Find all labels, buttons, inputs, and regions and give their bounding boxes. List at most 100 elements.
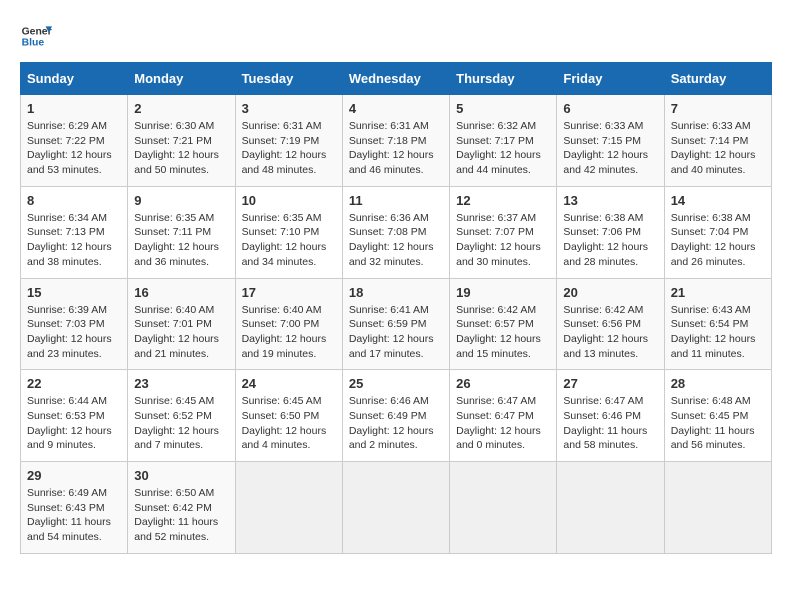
cell-content: Sunrise: 6:49 AM Sunset: 6:43 PM Dayligh… bbox=[27, 486, 121, 545]
cell-content: Sunrise: 6:45 AM Sunset: 6:52 PM Dayligh… bbox=[134, 394, 228, 453]
day-number: 19 bbox=[456, 285, 550, 300]
calendar-cell: 26Sunrise: 6:47 AM Sunset: 6:47 PM Dayli… bbox=[450, 370, 557, 462]
day-number: 7 bbox=[671, 101, 765, 116]
day-number: 16 bbox=[134, 285, 228, 300]
day-header-tuesday: Tuesday bbox=[235, 63, 342, 95]
calendar-cell: 21 Sunrise: 6:43 AM Sunset: 6:54 PM Dayli… bbox=[664, 278, 771, 370]
cell-content: Sunrise: 6:34 AM Sunset: 7:13 PM Dayligh… bbox=[27, 211, 121, 270]
day-number: 29 bbox=[27, 468, 121, 483]
calendar-cell: 2 Sunrise: 6:30 AM Sunset: 7:21 PM Daylig… bbox=[128, 95, 235, 187]
cell-content: Sunrise: 6:33 AM Sunset: 7:14 PM Dayligh… bbox=[671, 119, 765, 178]
day-number: 10 bbox=[242, 193, 336, 208]
calendar-table: SundayMondayTuesdayWednesdayThursdayFrid… bbox=[20, 62, 772, 554]
calendar-cell: 20Sunrise: 6:42 AM Sunset: 6:56 PM Dayli… bbox=[557, 278, 664, 370]
calendar-week-4: 22 Sunrise: 6:44 AM Sunset: 6:53 PM Dayli… bbox=[21, 370, 772, 462]
day-number: 21 bbox=[671, 285, 765, 300]
cell-content: Sunrise: 6:35 AM Sunset: 7:10 PM Dayligh… bbox=[242, 211, 336, 270]
cell-content: Sunrise: 6:47 AM Sunset: 6:47 PM Dayligh… bbox=[456, 394, 550, 453]
calendar-cell: 8 Sunrise: 6:34 AM Sunset: 7:13 PM Daylig… bbox=[21, 186, 128, 278]
cell-content: Sunrise: 6:48 AM Sunset: 6:45 PM Dayligh… bbox=[671, 394, 765, 453]
day-number: 13 bbox=[563, 193, 657, 208]
day-number: 22 bbox=[27, 376, 121, 391]
svg-text:Blue: Blue bbox=[22, 38, 45, 49]
cell-content: Sunrise: 6:38 AM Sunset: 7:06 PM Dayligh… bbox=[563, 211, 657, 270]
day-number: 1 bbox=[27, 101, 121, 116]
calendar-cell: 11 Sunrise: 6:36 AM Sunset: 7:08 PM Dayli… bbox=[342, 186, 449, 278]
cell-content: Sunrise: 6:40 AM Sunset: 7:00 PM Dayligh… bbox=[242, 303, 336, 362]
cell-content: Sunrise: 6:43 AM Sunset: 6:54 PM Dayligh… bbox=[671, 303, 765, 362]
day-number: 14 bbox=[671, 193, 765, 208]
calendar-cell: 15Sunrise: 6:39 AM Sunset: 7:03 PM Dayli… bbox=[21, 278, 128, 370]
calendar-cell: 4 Sunrise: 6:31 AM Sunset: 7:18 PM Daylig… bbox=[342, 95, 449, 187]
cell-content: Sunrise: 6:35 AM Sunset: 7:11 PM Dayligh… bbox=[134, 211, 228, 270]
cell-content: Sunrise: 6:32 AM Sunset: 7:17 PM Dayligh… bbox=[456, 119, 550, 178]
calendar-cell: 19 Sunrise: 6:42 AM Sunset: 6:57 PM Dayli… bbox=[450, 278, 557, 370]
calendar-cell: 13 Sunrise: 6:38 AM Sunset: 7:06 PM Dayli… bbox=[557, 186, 664, 278]
cell-content: Sunrise: 6:40 AM Sunset: 7:01 PM Dayligh… bbox=[134, 303, 228, 362]
calendar-cell bbox=[557, 462, 664, 554]
calendar-cell: 16 Sunrise: 6:40 AM Sunset: 7:01 PM Dayli… bbox=[128, 278, 235, 370]
day-header-friday: Friday bbox=[557, 63, 664, 95]
cell-content: Sunrise: 6:30 AM Sunset: 7:21 PM Dayligh… bbox=[134, 119, 228, 178]
calendar-cell: 29 Sunrise: 6:49 AM Sunset: 6:43 PM Dayli… bbox=[21, 462, 128, 554]
calendar-cell: 25 Sunrise: 6:46 AM Sunset: 6:49 PM Dayli… bbox=[342, 370, 449, 462]
day-number: 11 bbox=[349, 193, 443, 208]
calendar-cell: 7 Sunrise: 6:33 AM Sunset: 7:14 PM Daylig… bbox=[664, 95, 771, 187]
day-number: 5 bbox=[456, 101, 550, 116]
calendar-cell bbox=[235, 462, 342, 554]
day-number: 20 bbox=[563, 285, 657, 300]
calendar-cell: 3Sunrise: 6:31 AM Sunset: 7:19 PM Daylig… bbox=[235, 95, 342, 187]
calendar-week-2: 8 Sunrise: 6:34 AM Sunset: 7:13 PM Daylig… bbox=[21, 186, 772, 278]
cell-content: Sunrise: 6:44 AM Sunset: 6:53 PM Dayligh… bbox=[27, 394, 121, 453]
cell-content: Sunrise: 6:38 AM Sunset: 7:04 PM Dayligh… bbox=[671, 211, 765, 270]
day-number: 6 bbox=[563, 101, 657, 116]
calendar-cell: 14 Sunrise: 6:38 AM Sunset: 7:04 PM Dayli… bbox=[664, 186, 771, 278]
day-number: 24 bbox=[242, 376, 336, 391]
day-number: 30 bbox=[134, 468, 228, 483]
day-header-monday: Monday bbox=[128, 63, 235, 95]
logo-icon: General Blue bbox=[20, 20, 52, 52]
calendar-cell: 18Sunrise: 6:41 AM Sunset: 6:59 PM Dayli… bbox=[342, 278, 449, 370]
cell-content: Sunrise: 6:41 AM Sunset: 6:59 PM Dayligh… bbox=[349, 303, 443, 362]
day-number: 25 bbox=[349, 376, 443, 391]
calendar-cell: 22 Sunrise: 6:44 AM Sunset: 6:53 PM Dayli… bbox=[21, 370, 128, 462]
day-number: 12 bbox=[456, 193, 550, 208]
calendar-week-3: 15Sunrise: 6:39 AM Sunset: 7:03 PM Dayli… bbox=[21, 278, 772, 370]
cell-content: Sunrise: 6:47 AM Sunset: 6:46 PM Dayligh… bbox=[563, 394, 657, 453]
calendar-cell: 17 Sunrise: 6:40 AM Sunset: 7:00 PM Dayli… bbox=[235, 278, 342, 370]
calendar-cell: 1 Sunrise: 6:29 AM Sunset: 7:22 PM Daylig… bbox=[21, 95, 128, 187]
day-number: 4 bbox=[349, 101, 443, 116]
calendar-cell: 5 Sunrise: 6:32 AM Sunset: 7:17 PM Daylig… bbox=[450, 95, 557, 187]
day-number: 3 bbox=[242, 101, 336, 116]
day-header-saturday: Saturday bbox=[664, 63, 771, 95]
calendar-cell bbox=[664, 462, 771, 554]
calendar-cell: 10 Sunrise: 6:35 AM Sunset: 7:10 PM Dayli… bbox=[235, 186, 342, 278]
day-number: 27 bbox=[563, 376, 657, 391]
calendar-cell: 30 Sunrise: 6:50 AM Sunset: 6:42 PM Dayli… bbox=[128, 462, 235, 554]
day-number: 15 bbox=[27, 285, 121, 300]
calendar-cell: 24 Sunrise: 6:45 AM Sunset: 6:50 PM Dayli… bbox=[235, 370, 342, 462]
calendar-cell: 12 Sunrise: 6:37 AM Sunset: 7:07 PM Dayli… bbox=[450, 186, 557, 278]
cell-content: Sunrise: 6:50 AM Sunset: 6:42 PM Dayligh… bbox=[134, 486, 228, 545]
cell-content: Sunrise: 6:46 AM Sunset: 6:49 PM Dayligh… bbox=[349, 394, 443, 453]
cell-content: Sunrise: 6:45 AM Sunset: 6:50 PM Dayligh… bbox=[242, 394, 336, 453]
day-header-wednesday: Wednesday bbox=[342, 63, 449, 95]
calendar-cell: 28Sunrise: 6:48 AM Sunset: 6:45 PM Dayli… bbox=[664, 370, 771, 462]
calendar-cell: 27 Sunrise: 6:47 AM Sunset: 6:46 PM Dayli… bbox=[557, 370, 664, 462]
page-header: General Blue bbox=[20, 20, 772, 52]
calendar-cell: 6Sunrise: 6:33 AM Sunset: 7:15 PM Daylig… bbox=[557, 95, 664, 187]
cell-content: Sunrise: 6:29 AM Sunset: 7:22 PM Dayligh… bbox=[27, 119, 121, 178]
calendar-cell: 23Sunrise: 6:45 AM Sunset: 6:52 PM Dayli… bbox=[128, 370, 235, 462]
day-header-sunday: Sunday bbox=[21, 63, 128, 95]
day-number: 17 bbox=[242, 285, 336, 300]
cell-content: Sunrise: 6:42 AM Sunset: 6:57 PM Dayligh… bbox=[456, 303, 550, 362]
day-number: 9 bbox=[134, 193, 228, 208]
cell-content: Sunrise: 6:37 AM Sunset: 7:07 PM Dayligh… bbox=[456, 211, 550, 270]
day-number: 8 bbox=[27, 193, 121, 208]
calendar-cell: 9 Sunrise: 6:35 AM Sunset: 7:11 PM Daylig… bbox=[128, 186, 235, 278]
calendar-cell bbox=[342, 462, 449, 554]
cell-content: Sunrise: 6:31 AM Sunset: 7:18 PM Dayligh… bbox=[349, 119, 443, 178]
day-number: 2 bbox=[134, 101, 228, 116]
calendar-week-1: 1 Sunrise: 6:29 AM Sunset: 7:22 PM Daylig… bbox=[21, 95, 772, 187]
cell-content: Sunrise: 6:36 AM Sunset: 7:08 PM Dayligh… bbox=[349, 211, 443, 270]
